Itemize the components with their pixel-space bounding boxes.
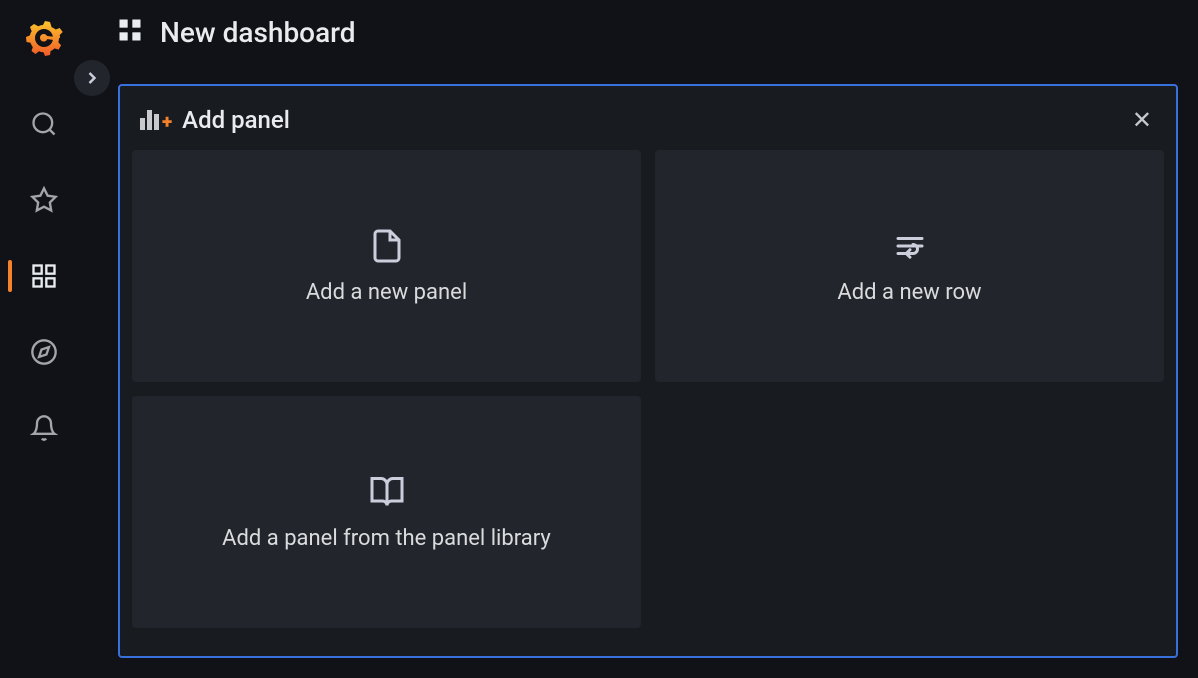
sidebar-item-alerting[interactable] xyxy=(0,404,88,452)
sidebar-item-starred[interactable] xyxy=(0,176,88,224)
add-new-row-card[interactable]: Add a new row xyxy=(655,150,1164,382)
grafana-logo[interactable] xyxy=(20,14,68,62)
sidebar-item-search[interactable] xyxy=(0,100,88,148)
option-label: Add a panel from the panel library xyxy=(222,526,551,551)
dashboard-icon xyxy=(116,16,144,48)
file-icon xyxy=(369,228,405,264)
bell-icon xyxy=(30,414,58,442)
book-icon xyxy=(369,474,405,510)
option-label: Add a new panel xyxy=(306,280,467,305)
sidebar-toggle[interactable] xyxy=(74,60,110,96)
sidebar-item-dashboards[interactable] xyxy=(0,252,88,300)
compass-icon xyxy=(30,338,58,366)
page-title: New dashboard xyxy=(160,16,356,49)
search-icon xyxy=(30,110,58,138)
close-icon: ✕ xyxy=(1132,106,1152,134)
sidebar xyxy=(0,0,88,678)
close-button[interactable]: ✕ xyxy=(1128,104,1156,136)
add-panel-container: + Add panel ✕ Add a new panel xyxy=(118,84,1178,658)
add-panel-icon: + xyxy=(140,110,172,130)
add-new-panel-card[interactable]: Add a new panel xyxy=(132,150,641,382)
panel-title: Add panel xyxy=(182,106,290,134)
sidebar-item-explore[interactable] xyxy=(0,328,88,376)
add-from-library-card[interactable]: Add a panel from the panel library xyxy=(132,396,641,628)
options-grid: Add a new panel Add a new row Add a pane xyxy=(132,150,1164,628)
chevron-right-icon xyxy=(82,68,102,88)
star-icon xyxy=(30,186,58,214)
panel-header: + Add panel ✕ xyxy=(132,98,1164,150)
row-wrap-icon xyxy=(892,228,928,264)
dashboards-icon xyxy=(30,262,58,290)
main-area: New dashboard + Add panel ✕ Add a new xyxy=(88,0,1198,678)
option-label: Add a new row xyxy=(837,280,981,305)
header: New dashboard xyxy=(88,0,1198,64)
